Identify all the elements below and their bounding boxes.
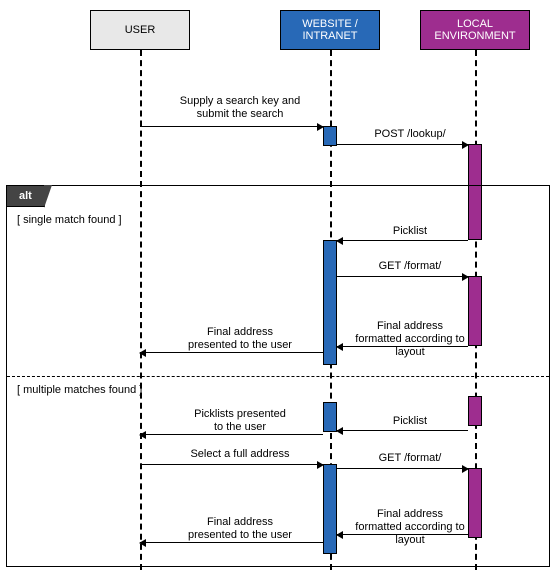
guard-multi-match: [ multiple matches found ] xyxy=(17,384,142,396)
msg-picklists-presented: Picklists presented to the user xyxy=(190,408,290,434)
activation-web-2 xyxy=(323,240,337,365)
sequence-diagram: USER WEBSITE / INTRANET LOCAL ENVIRONMEN… xyxy=(0,0,556,579)
arrow-formatted-1 xyxy=(337,346,468,347)
msg-formatted-1: Final address formatted according to lay… xyxy=(355,320,465,360)
arrow-select-full xyxy=(140,464,323,465)
msg-post-lookup: POST /lookup/ xyxy=(370,128,450,141)
msg-presented-2: Final address presented to the user xyxy=(185,516,295,542)
arrow-presented-1 xyxy=(140,352,323,353)
arrow-supply-key xyxy=(140,126,323,127)
arrow-picklists-presented xyxy=(140,434,323,435)
arrow-picklist-1 xyxy=(337,240,468,241)
participant-local: LOCAL ENVIRONMENT xyxy=(420,10,530,50)
msg-get-format-1: GET /format/ xyxy=(370,260,450,273)
activation-local-4 xyxy=(468,468,482,538)
guard-single-match: [ single match found ] xyxy=(17,214,122,226)
msg-presented-1: Final address presented to the user xyxy=(185,326,295,352)
activation-local-2 xyxy=(468,276,482,346)
msg-supply-key: Supply a search key and submit the searc… xyxy=(175,95,305,121)
arrow-picklist-2 xyxy=(337,430,468,431)
activation-local-3 xyxy=(468,396,482,426)
msg-get-format-2: GET /format/ xyxy=(370,452,450,465)
participant-user: USER xyxy=(90,10,190,50)
msg-picklist-1: Picklist xyxy=(380,225,440,238)
msg-select-full: Select a full address xyxy=(180,448,300,461)
arrow-get-format-2 xyxy=(337,468,468,469)
arrow-presented-2 xyxy=(140,542,323,543)
arrow-post-lookup xyxy=(337,144,468,145)
activation-web-3 xyxy=(323,402,337,432)
arrow-formatted-2 xyxy=(337,534,468,535)
msg-formatted-2: Final address formatted according to lay… xyxy=(355,508,465,548)
arrow-get-format-1 xyxy=(337,276,468,277)
alt-divider xyxy=(7,376,549,377)
activation-web-4 xyxy=(323,464,337,554)
participant-website: WEBSITE / INTRANET xyxy=(280,10,380,50)
alt-operator-tag: alt xyxy=(6,185,45,207)
msg-picklist-2: Picklist xyxy=(380,415,440,428)
activation-web-1 xyxy=(323,126,337,146)
